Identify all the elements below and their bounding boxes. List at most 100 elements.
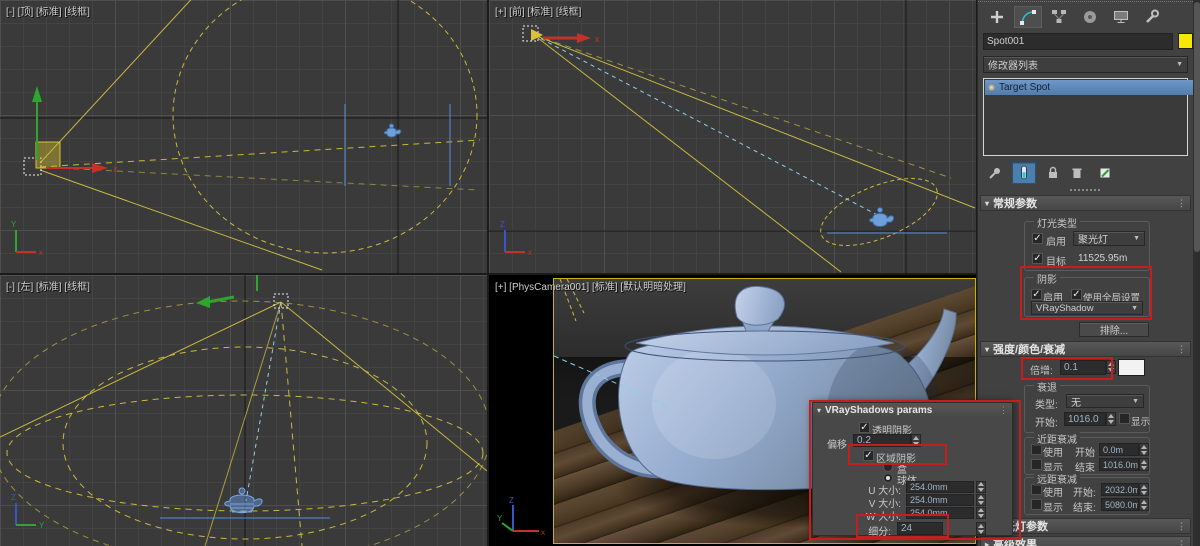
far-end-spinner-arrows[interactable] [1139,498,1149,511]
near-attenuation-label: 近距衰减 [1034,431,1080,446]
tab-modify[interactable] [1014,6,1042,28]
panel-scrollbar-thumb[interactable] [1194,2,1200,252]
near-show-checkbox[interactable]: ✓ [1031,459,1042,470]
near-use-label: 使用 [1043,444,1063,459]
tab-utilities[interactable] [1138,6,1166,28]
area-shadow-checkbox[interactable]: ✓ [863,450,874,461]
viewport-front-label[interactable]: [+] [前] [标准] [线框] [495,3,581,18]
far-end-spinner[interactable]: 5080.0m [1101,498,1139,511]
rollout-advanced-effects[interactable]: ▸ 高级效果 ⋮ [980,536,1191,546]
far-start-spinner[interactable]: 2032.0m [1101,483,1139,496]
near-end-value: 1016.0m [1103,460,1138,470]
near-start-spinner[interactable]: 0.0m [1099,443,1139,456]
object-color-swatch[interactable] [1178,33,1193,49]
bias-spinner[interactable]: 0.2 [853,434,911,447]
lock-icon [1046,166,1060,180]
bias-value: 0.2 [857,435,871,446]
u-size-spinner-arrows[interactable] [976,481,986,493]
rollout-general-params[interactable]: ▾ 常规参数 ⋮ [980,195,1191,211]
light-type-dropdown[interactable]: 聚光灯 ▼ [1073,231,1145,246]
shadow-type-dropdown[interactable]: VRayShadow ▼ [1031,301,1143,315]
object-name-input[interactable]: Spot001 [983,33,1173,50]
axis-label-x: x [541,528,545,537]
light-enable-checkbox[interactable]: ✓ [1032,233,1043,244]
near-end-spinner-arrows[interactable] [1139,458,1149,471]
viewport-camera-label[interactable]: [+] [PhysCamera001] [标准] [默认明暗处理] [495,278,686,293]
viewport-top-label[interactable]: [-] [顶] [标准] [线框] [6,3,90,18]
u-size-spinner[interactable]: 254.0mm [906,481,974,493]
target-checkbox[interactable]: ✓ [1032,253,1043,264]
rollout-arrow-icon: ▾ [985,199,989,208]
viewport-axis-tripod: Z x [500,220,532,257]
remove-modifier-button[interactable] [1066,163,1088,183]
multiplier-spinner[interactable]: 0.1 [1060,360,1106,375]
shadows-group-label: 阴影 [1034,271,1060,286]
subdivs-spinner[interactable]: 24 [897,522,943,535]
modifier-stack[interactable]: Target Spot [983,78,1188,156]
w-size-spinner-arrows[interactable] [976,507,986,519]
panel-scrollbar[interactable] [1193,0,1200,546]
exclude-button-label: 排除... [1100,322,1128,337]
far-show-checkbox[interactable]: ✓ [1031,499,1042,510]
light-type-value: 聚光灯 [1078,231,1108,246]
display-monitor-icon [1112,8,1130,26]
tab-hierarchy[interactable] [1045,6,1073,28]
transparent-shadows-checkbox[interactable]: ✓ [859,422,870,433]
multiplier-spinner-arrows[interactable] [1106,360,1116,374]
near-start-value: 0.0m [1103,445,1123,455]
shadow-enable-checkbox[interactable]: ✓ [1031,289,1042,300]
object-name-value: Spot001 [987,36,1024,47]
exclude-button[interactable]: 排除... [1079,322,1149,337]
light-type-group-label: 灯光类型 [1034,215,1080,230]
vrayshadows-title-bar[interactable]: ▾ VRayShadows params ⋮ [813,403,1012,418]
decay-start-spinner-arrows[interactable] [1106,412,1116,426]
far-end-label: 结束: [1073,499,1096,514]
subdivs-spinner-arrows[interactable] [976,522,986,535]
pin-stack-button[interactable] [984,163,1006,183]
configure-modifier-sets-button[interactable] [1094,163,1116,183]
vrayshadows-params-dialog[interactable]: ▾ VRayShadows params ⋮ ✓ 透明阴影 偏移 0.2 ✓ 区… [812,402,1013,536]
light-gizmo[interactable]: x [24,86,118,175]
axis-label-x: x [39,248,43,257]
modifier-list-dropdown[interactable]: 修改器列表 ▼ [983,56,1188,73]
stack-item-target-spot[interactable]: Target Spot [985,80,1200,95]
v-size-spinner[interactable]: 254.0mm [906,494,974,506]
rollout-splitter[interactable] [1070,189,1100,191]
area-shadow-label: 区域阴影 [876,450,916,465]
box-radio[interactable] [883,462,893,472]
rollout-dots-icon: ⋮ [999,405,1008,416]
axis-label-x: x [595,34,600,44]
rollout-title: 高级效果 [993,536,1037,546]
tab-create[interactable] [983,6,1011,28]
tab-motion[interactable] [1076,6,1104,28]
rollout-arrow-icon: ▾ [985,345,989,354]
teapot-object-front[interactable] [827,208,947,233]
near-end-spinner[interactable]: 1016.0m [1099,458,1139,471]
bias-spinner-arrows[interactable] [911,434,921,447]
subdivs-value: 24 [901,523,912,534]
light-color-swatch[interactable] [1118,359,1145,376]
axis-label-x: x [528,248,532,257]
light-gizmo[interactable]: x [523,26,600,44]
decay-show-checkbox[interactable]: ✓ [1119,413,1130,424]
viewport-left-label[interactable]: [-] [左] [标准] [线框] [6,278,90,293]
viewport-left[interactable]: [-] [左] [标准] [线框] [0,275,487,546]
w-size-spinner[interactable]: 254.0mm [906,507,974,519]
decay-type-dropdown[interactable]: 无 ▼ [1066,394,1144,408]
panel-drag-handle[interactable] [978,1,1200,2]
rollout-dots-icon: ⋮ [1177,539,1186,546]
use-global-checkbox[interactable]: ✓ [1071,289,1082,300]
viewport-front[interactable]: [+] [前] [标准] [线框] [489,0,976,273]
far-start-spinner-arrows[interactable] [1139,483,1149,496]
v-size-spinner-arrows[interactable] [976,494,986,506]
light-gizmo[interactable] [196,275,288,308]
viewport-axis-tripod: Y x [11,220,43,257]
tab-display[interactable] [1107,6,1135,28]
decay-start-spinner[interactable]: 1016.0 [1064,412,1106,426]
make-unique-button[interactable] [1042,163,1064,183]
viewport-top[interactable]: [-] [顶] [标准] [线框] [0,0,487,273]
stack-item-label: Target Spot [999,82,1050,93]
near-start-spinner-arrows[interactable] [1139,443,1149,456]
show-end-result-button[interactable] [1012,162,1036,184]
rollout-intensity[interactable]: ▾ 强度/颜色/衰减 ⋮ [980,341,1191,357]
